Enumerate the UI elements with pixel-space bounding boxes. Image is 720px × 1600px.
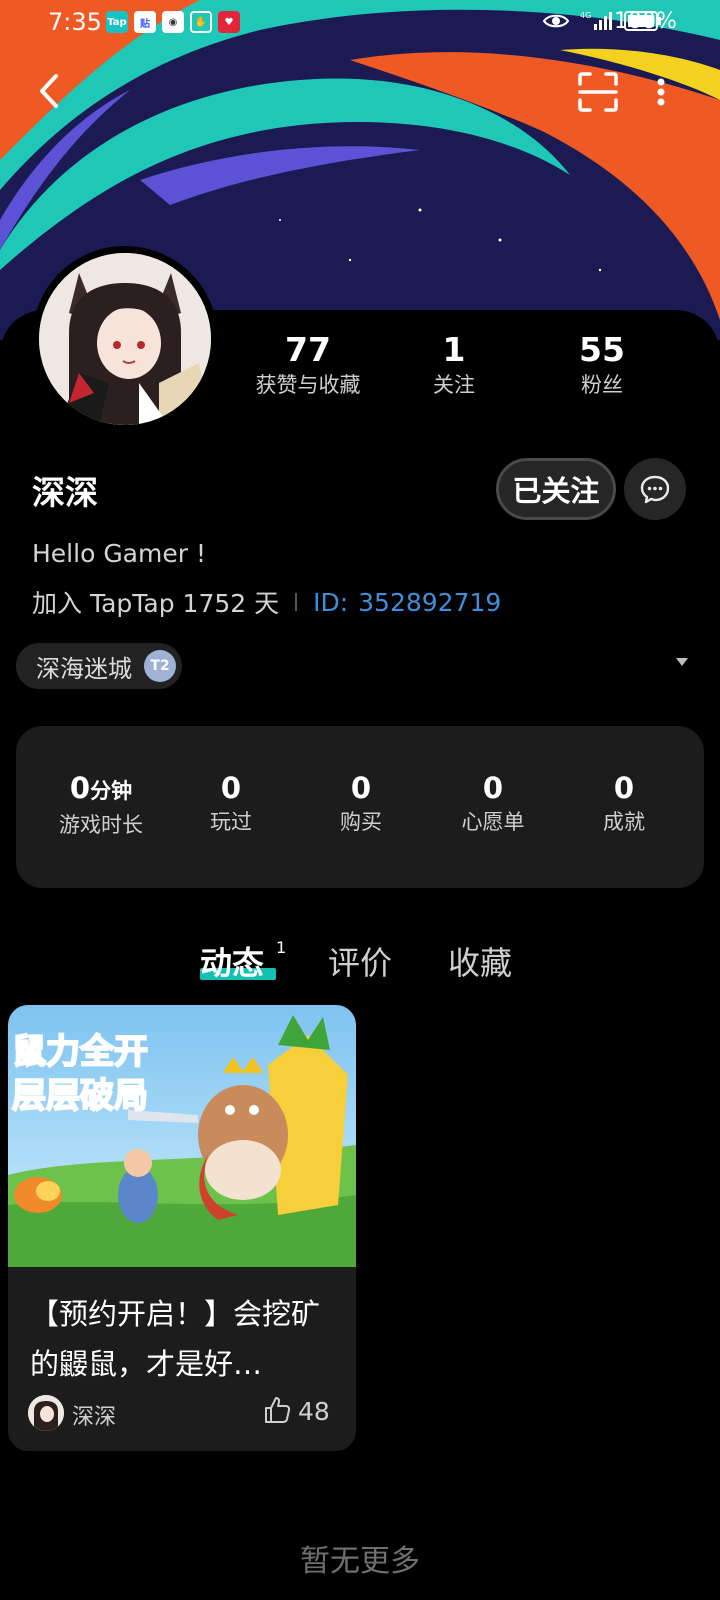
avatar-image — [39, 253, 211, 425]
game-cover-illustration: 鼠力全开 层层破局 — [8, 1005, 356, 1267]
join-info: 加入 TapTap 1752 天 ID: 352892719 — [32, 584, 501, 620]
following-button[interactable]: 已关注 — [496, 458, 616, 520]
profile-stats: 77 获赞与收藏 1 关注 55 粉丝 — [240, 330, 710, 410]
activity-count-badge: 1 — [276, 938, 287, 957]
post-cover-image: 鼠力全开 层层破局 — [8, 1005, 356, 1267]
tab-favorites[interactable]: 收藏 — [448, 938, 512, 984]
taptap-notification-icon: Tap — [106, 11, 128, 33]
profile-avatar[interactable] — [32, 246, 218, 432]
more-options-button[interactable] — [654, 74, 668, 110]
anime-avatar-illustration — [39, 253, 211, 425]
post-card[interactable]: 鼠力全开 层层破局 【预约开启！】会挖矿的鼹鼠，才是好… 深深 48 — [8, 1005, 356, 1451]
stat-followers[interactable]: 55 粉丝 — [552, 330, 652, 400]
chevron-left-icon — [40, 74, 58, 108]
stat-playtime[interactable]: 0分钟 游戏时长 — [36, 770, 166, 841]
post-author-avatar[interactable] — [28, 1395, 64, 1431]
author-avatar-image — [28, 1395, 64, 1431]
content-tabs: 动态 评价 收藏 — [0, 938, 720, 988]
playtime-value: 0 — [69, 771, 91, 805]
heart-notification-icon: ♥ — [218, 11, 240, 33]
post-author-name[interactable]: 深深 — [72, 1399, 116, 1431]
thumbs-up-icon[interactable] — [262, 1395, 292, 1425]
stat-likes-favorites[interactable]: 77 获赞与收藏 — [240, 330, 376, 400]
message-button[interactable] — [624, 458, 686, 520]
scan-button[interactable] — [576, 70, 620, 114]
stat-label: 玩过 — [210, 810, 252, 834]
stat-wishlist[interactable]: 0 心愿单 — [428, 770, 558, 838]
join-days-text: 加入 TapTap 1752 天 — [32, 589, 280, 618]
hand-notification-icon: ✋ — [190, 11, 212, 33]
stat-label: 成就 — [603, 810, 645, 834]
stat-following[interactable]: 1 关注 — [400, 330, 508, 400]
stat-played[interactable]: 0 玩过 — [166, 770, 296, 838]
level-badge-icon: T2 — [144, 650, 176, 682]
stat-value: 1 — [442, 330, 466, 369]
post-like-count: 48 — [298, 1397, 330, 1426]
expand-dropdown-icon[interactable] — [676, 658, 688, 666]
playtime-unit: 分钟 — [90, 779, 133, 803]
divider — [295, 593, 298, 611]
stat-label: 游戏时长 — [59, 813, 143, 837]
app-notification-icon: ◉ — [162, 11, 184, 33]
cover-title-line2: 层层破局 — [12, 1076, 148, 1116]
stat-value: 0 — [350, 771, 372, 805]
more-vertical-icon — [657, 78, 665, 106]
stat-label: 心愿单 — [461, 810, 525, 834]
tab-reviews[interactable]: 评价 — [328, 938, 392, 984]
username: 深深 — [32, 473, 98, 512]
svg-text:4G: 4G — [580, 11, 591, 20]
stat-label: 购买 — [340, 810, 382, 834]
game-tag-label: 深海迷城 — [36, 654, 132, 683]
cover-title-line1: 鼠力全开 — [12, 1032, 148, 1072]
status-bar: 7:35 Tap 贴 ◉ ✋ ♥ 4G 100% — [0, 0, 720, 46]
stat-value: 77 — [285, 330, 331, 369]
user-id-value[interactable]: 352892719 — [358, 588, 501, 617]
status-time: 7:35 — [48, 8, 102, 36]
user-id-label: ID: — [313, 587, 349, 617]
tieba-notification-icon: 贴 — [134, 11, 156, 33]
stat-value: 0 — [482, 771, 504, 805]
stat-value: 55 — [579, 330, 625, 369]
profile-bio: Hello Gamer ! — [32, 539, 206, 568]
back-button[interactable] — [30, 68, 70, 114]
signal-icon: 4G — [580, 11, 612, 30]
stat-label: 获赞与收藏 — [255, 373, 361, 397]
post-title: 【预约开启！】会挖矿的鼹鼠，才是好… — [30, 1297, 321, 1381]
stat-value: 0 — [220, 771, 242, 805]
stat-purchased[interactable]: 0 购买 — [296, 770, 426, 838]
stat-achievements[interactable]: 0 成就 — [559, 770, 689, 838]
chat-bubble-icon — [640, 475, 670, 504]
stat-label: 关注 — [433, 373, 475, 397]
stat-value: 0分钟 — [36, 770, 166, 809]
notification-icons: Tap 贴 ◉ ✋ ♥ — [106, 11, 240, 33]
battery-percentage: 100% — [614, 9, 677, 34]
stat-label: 粉丝 — [581, 373, 623, 397]
game-tag-chip[interactable]: 深海迷城 T2 — [16, 643, 182, 689]
tab-activity[interactable]: 动态 — [200, 938, 264, 984]
stat-value: 0 — [613, 771, 635, 805]
eye-icon — [542, 14, 570, 28]
no-more-content-text: 暂无更多 — [300, 1544, 420, 1579]
game-stats-card: 0分钟 游戏时长 0 玩过 0 购买 0 心愿单 0 成就 — [16, 726, 704, 888]
scan-icon — [578, 72, 618, 112]
